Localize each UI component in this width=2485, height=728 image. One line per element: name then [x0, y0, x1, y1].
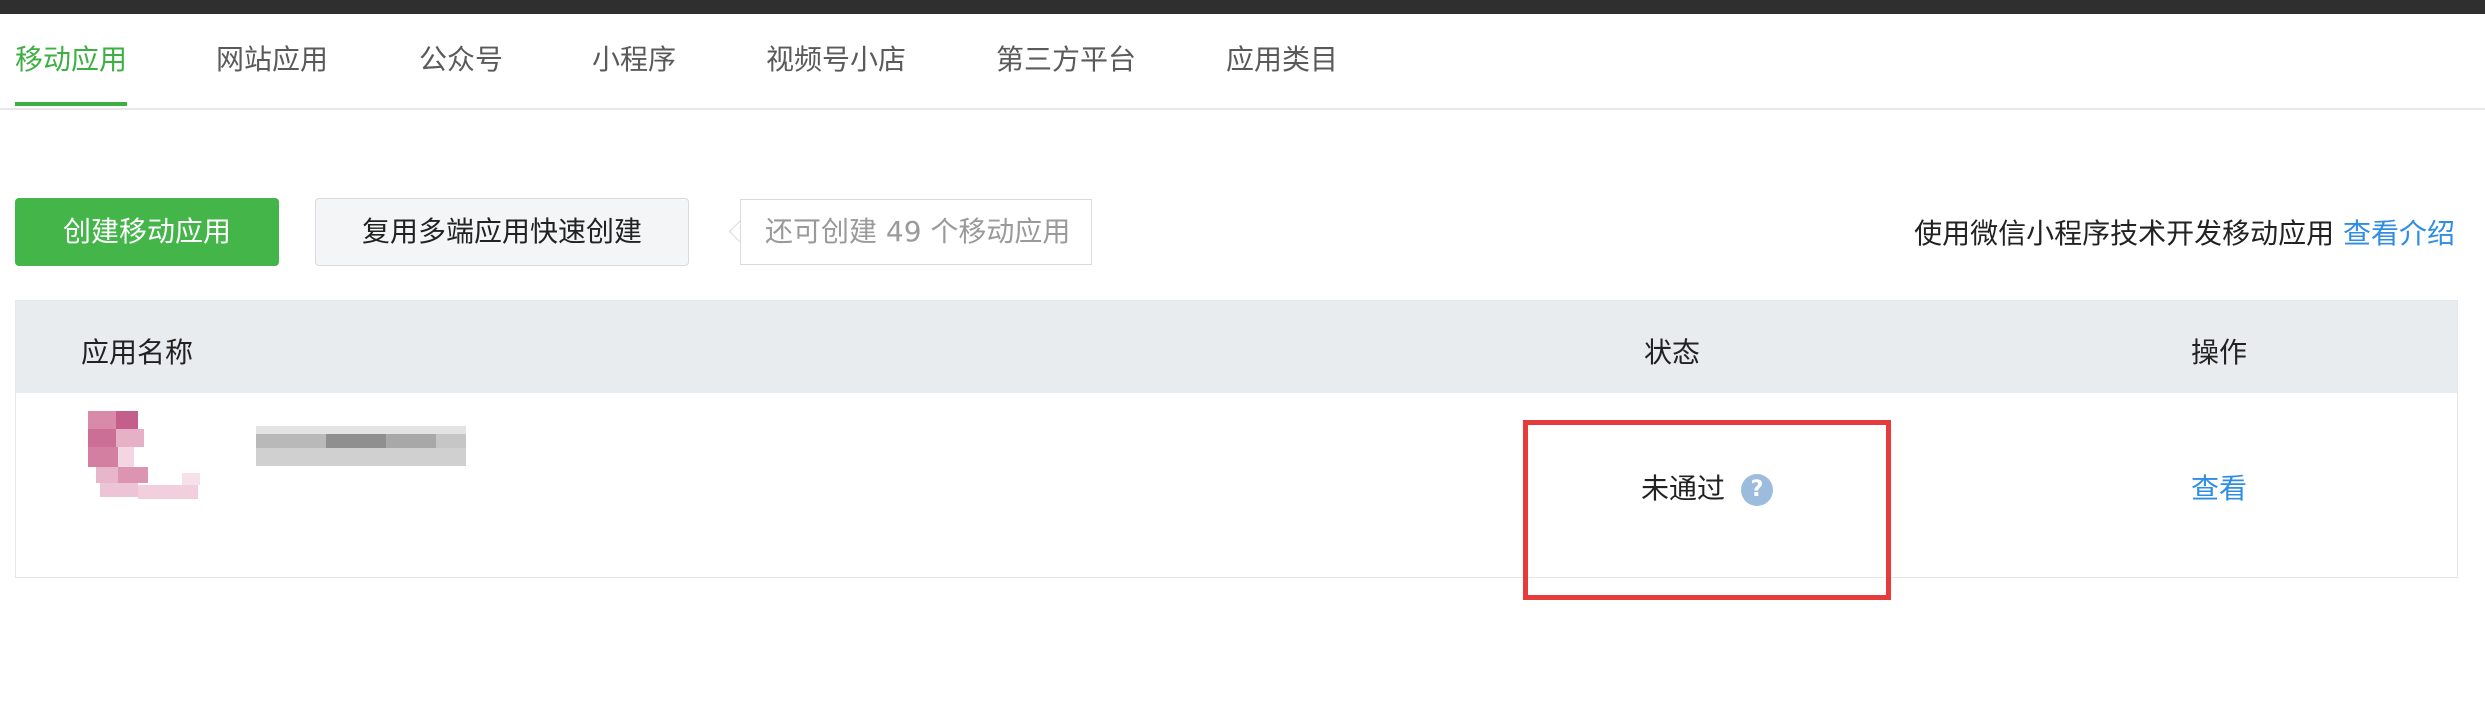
tab-official-account[interactable]: 公众号 — [419, 38, 503, 78]
app-name-redacted — [256, 426, 466, 466]
app-icon — [66, 411, 216, 511]
header-action: 操作 — [2191, 336, 2248, 369]
tab-website-app[interactable]: 网站应用 — [216, 38, 328, 78]
tab-app-category[interactable]: 应用类目 — [1226, 38, 1338, 78]
tab-bar: 移动应用 网站应用 公众号 小程序 视频号小店 第三方平台 应用类目 — [0, 14, 2485, 110]
active-tab-indicator — [15, 102, 127, 106]
reuse-multi-platform-button[interactable]: 复用多端应用快速创建 — [315, 198, 689, 266]
header-status: 状态 — [1644, 336, 1701, 369]
view-intro-link[interactable]: 查看介绍 — [2343, 217, 2455, 250]
tab-mini-program[interactable]: 小程序 — [592, 38, 676, 78]
tab-mobile-app[interactable]: 移动应用 — [15, 38, 127, 78]
table-row: 未通过? 查看 — [16, 393, 2457, 578]
hint-text: 使用微信小程序技术开发移动应用 — [1914, 217, 2335, 250]
status-highlight-box — [1523, 420, 1891, 600]
app-table: 应用名称 状态 操作 未通过? 查看 — [15, 300, 2458, 578]
tab-third-party-platform[interactable]: 第三方平台 — [996, 38, 1136, 78]
header-app-name: 应用名称 — [81, 336, 194, 369]
table-header: 应用名称 状态 操作 — [16, 301, 2457, 393]
mini-program-hint: 使用微信小程序技术开发移动应用 查看介绍 — [1914, 212, 2455, 252]
remaining-quota-note: 还可创建 49 个移动应用 — [740, 199, 1092, 265]
view-link[interactable]: 查看 — [2191, 467, 2247, 507]
tab-channel-shop[interactable]: 视频号小店 — [766, 38, 906, 78]
create-mobile-app-button[interactable]: 创建移动应用 — [15, 198, 279, 266]
top-bar — [0, 0, 2485, 14]
